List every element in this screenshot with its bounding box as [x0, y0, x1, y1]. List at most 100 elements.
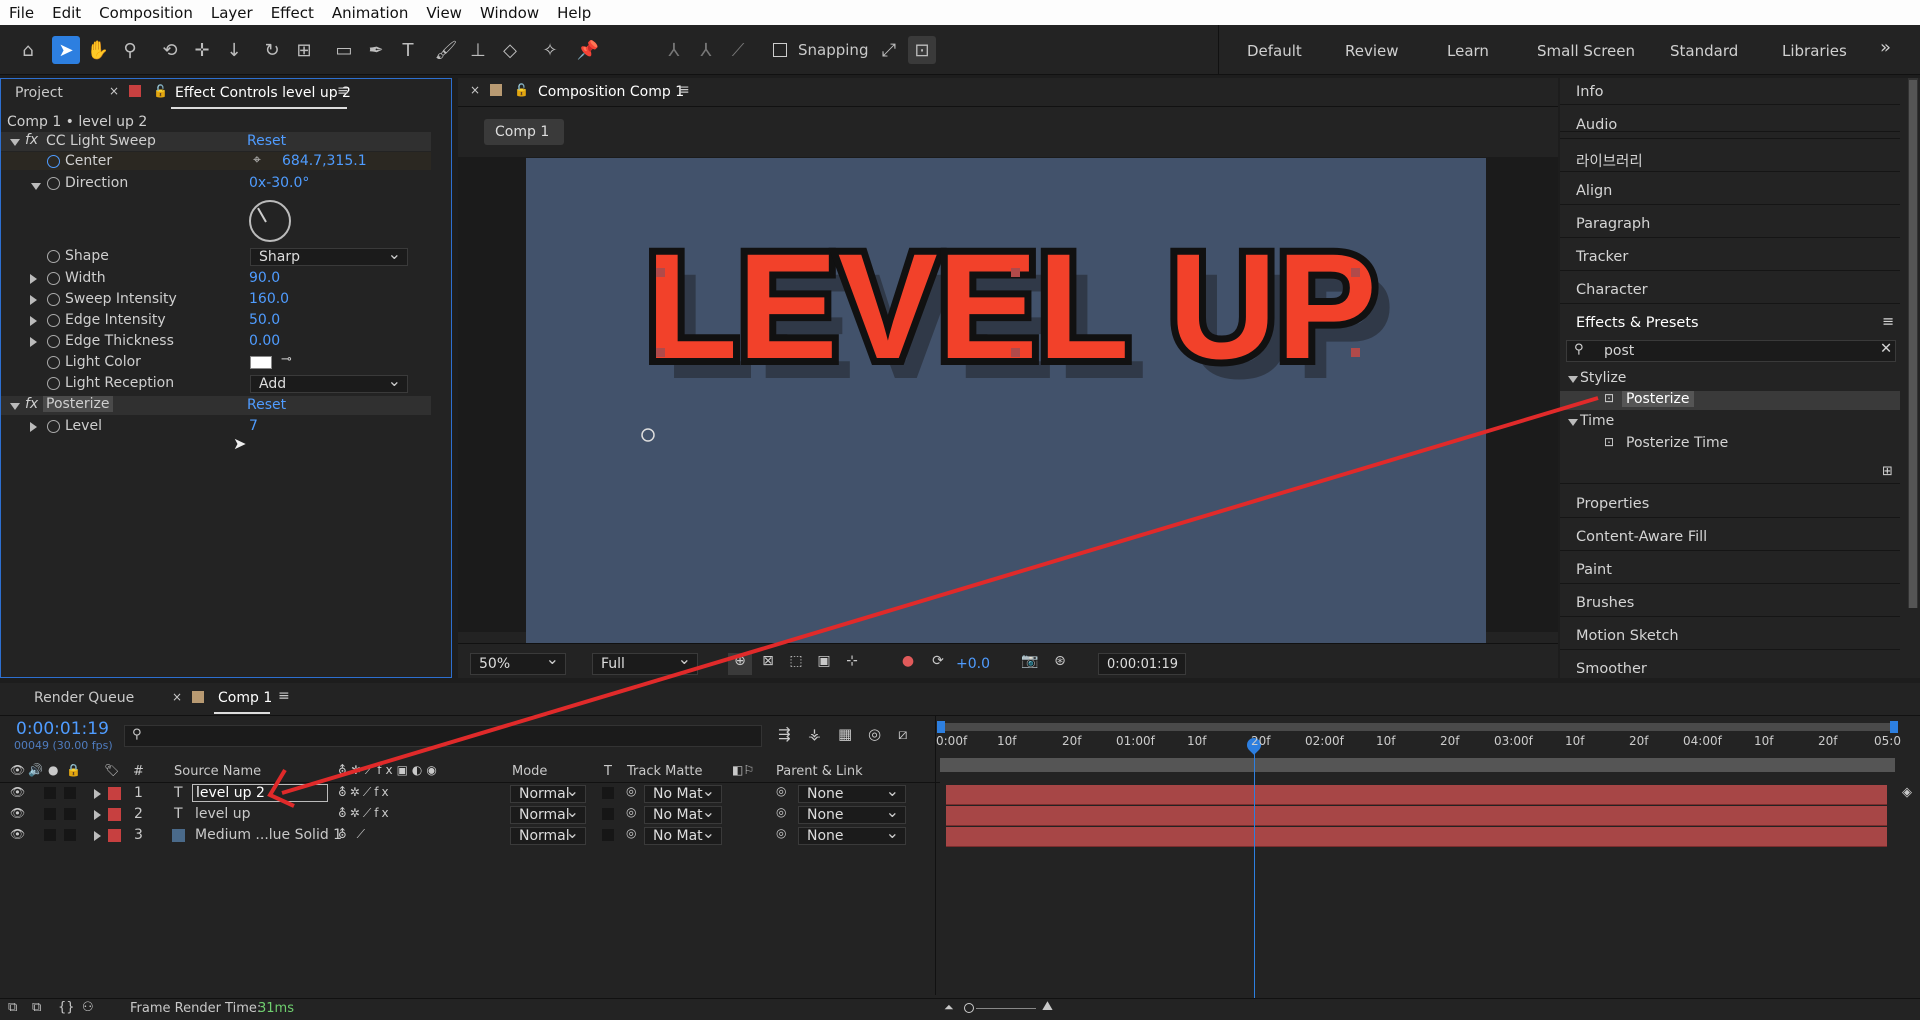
clear-search-icon[interactable]: ✕ [1880, 341, 1920, 357]
anchor-point-tool-icon[interactable]: ⊞ [290, 36, 318, 64]
toggle-in-out-icon[interactable]: {} [58, 1000, 75, 1015]
panel-audio[interactable]: Audio [1576, 117, 1916, 133]
parent-dropdown[interactable]: None [798, 823, 906, 845]
zoom-slider[interactable] [976, 1008, 1036, 1009]
composition-canvas[interactable]: LEVEL UP LEVEL UP [526, 158, 1486, 643]
crosshair-icon[interactable]: ⌖ [253, 152, 261, 168]
mode-dropdown[interactable]: Normal [510, 781, 586, 803]
prop-value[interactable]: 684.7,315.1 [282, 153, 367, 169]
selection-tool-icon[interactable]: ➤ [52, 36, 80, 64]
stopwatch-icon[interactable] [47, 293, 60, 306]
motion-blur-icon[interactable]: ◎ [868, 725, 881, 743]
snap-grid-icon[interactable]: ⊡ [908, 36, 936, 64]
hand-tool-icon[interactable]: ✋ [84, 36, 112, 64]
stopwatch-icon[interactable] [47, 250, 60, 263]
layer-duration-bar[interactable] [946, 785, 1887, 805]
panel-menu-icon[interactable]: ≡ [1882, 314, 1920, 330]
menu-view[interactable]: View [417, 4, 471, 22]
stopwatch-icon[interactable] [47, 314, 60, 327]
comp-breadcrumb[interactable]: Comp 1 [484, 119, 564, 145]
type-tool-icon[interactable]: T [394, 36, 422, 64]
prop-value[interactable]: 50.0 [249, 312, 280, 328]
workspace-review[interactable]: Review [1345, 42, 1399, 60]
tree-item-posterize-time[interactable]: Posterize Time [1626, 435, 1920, 451]
rectangle-tool-icon[interactable]: ▭ [330, 36, 358, 64]
workspace-more-icon[interactable]: » [1880, 37, 1891, 58]
zoom-slider-thumb[interactable] [964, 1003, 974, 1013]
comp-timecode[interactable]: 0:00:01:19 [1098, 653, 1186, 675]
menu-animation[interactable]: Animation [323, 4, 417, 22]
layer-name[interactable]: level up [195, 806, 251, 822]
frame-blending-icon[interactable]: ▦ [838, 725, 852, 743]
panel-motion-sketch[interactable]: Motion Sketch [1576, 628, 1916, 644]
layer-switches[interactable]: ⛢✲⟋fx [338, 785, 392, 800]
matte-pickwhip-icon[interactable]: ◎ [626, 826, 636, 840]
stopwatch-icon[interactable] [47, 356, 60, 369]
rotation-tool-icon[interactable]: ↻ [258, 36, 286, 64]
zoom-in-icon[interactable]: ⛰ [1042, 999, 1053, 1014]
workspace-default[interactable]: Default [1247, 42, 1302, 60]
stopwatch-icon[interactable] [47, 155, 60, 168]
close-icon[interactable]: × [470, 83, 480, 97]
col-source-name[interactable]: Source Name [174, 764, 261, 779]
mode-dropdown[interactable]: Normal [510, 823, 586, 845]
panel-libraries-korean[interactable]: 라이브러리 [1576, 150, 1916, 171]
menu-edit[interactable]: Edit [43, 4, 90, 22]
matte-pickwhip-icon[interactable]: ◎ [626, 784, 636, 798]
home-icon[interactable]: ⌂ [14, 36, 42, 64]
channels-icon[interactable]: ● [896, 653, 920, 675]
reset-button[interactable]: Reset [247, 133, 286, 149]
panel-menu-icon[interactable]: ≡ [337, 83, 349, 99]
orbit-camera-icon[interactable]: ⟲ [156, 36, 184, 64]
panel-smoother[interactable]: Smoother [1576, 661, 1916, 677]
fast-previews-icon[interactable]: ⊕ [728, 653, 752, 675]
brush-tool-icon[interactable]: 🖌 [432, 36, 460, 64]
menu-window[interactable]: Window [471, 4, 548, 22]
panel-menu-icon[interactable]: ≡ [278, 688, 290, 704]
track-matte-dropdown[interactable]: No Mat [644, 823, 722, 845]
current-time-indicator[interactable] [1254, 739, 1255, 999]
label-color-swatch[interactable] [108, 829, 121, 842]
label-color-swatch[interactable] [108, 787, 121, 800]
world-axis-icon[interactable]: ⅄ [692, 36, 720, 64]
parent-pickwhip-icon[interactable]: ◎ [776, 784, 786, 798]
fx-icon[interactable]: fx [25, 396, 38, 412]
layer-name[interactable]: Medium ...lue Solid 1 [195, 827, 342, 843]
direction-dial[interactable] [249, 200, 291, 242]
eyedropper-icon[interactable]: ⊸ [281, 352, 292, 367]
panel-content-aware-fill[interactable]: Content-Aware Fill [1576, 529, 1916, 545]
layer-row[interactable]: 👁 3 Medium ...lue Solid 1 ⛢ ⟋ Normal ◎ N… [0, 823, 940, 846]
graph-editor-icon[interactable]: ⧄ [898, 725, 908, 743]
snap-option-icon[interactable]: ⤢ [875, 36, 903, 64]
toggle-switches-icon[interactable]: ⧉ [8, 1000, 17, 1015]
menu-layer[interactable]: Layer [202, 4, 262, 22]
panel-paragraph[interactable]: Paragraph [1576, 216, 1916, 232]
light-reception-dropdown[interactable]: Add [250, 371, 408, 393]
shape-dropdown[interactable]: Sharp [250, 244, 408, 266]
menu-effect[interactable]: Effect [262, 4, 323, 22]
pen-tool-icon[interactable]: ✒ [362, 36, 390, 64]
snapshot-icon[interactable]: 📷 [1018, 653, 1042, 675]
exposure-value[interactable]: +0.0 [956, 656, 990, 672]
layer-switches[interactable]: ⛢✲⟋fx [338, 806, 392, 821]
snapping-checkbox[interactable] [773, 43, 787, 57]
layer-row[interactable]: 👁 1 T level up 2 ⛢✲⟋fx Normal ◎ No Mat ◎… [0, 781, 940, 804]
work-area-bar[interactable] [940, 758, 1895, 772]
prop-value[interactable]: 7 [249, 418, 258, 434]
layer-row[interactable]: 👁 2 T level up ⛢✲⟋fx Normal ◎ No Mat ◎ N… [0, 802, 940, 825]
layer-name-field[interactable]: level up 2 [192, 784, 328, 802]
region-of-interest-icon[interactable]: ▣ [812, 653, 836, 675]
timeline-timecode[interactable]: 0:00:01:19 [16, 719, 109, 739]
parent-dropdown[interactable]: None [798, 781, 906, 803]
light-color-swatch[interactable] [250, 356, 272, 369]
reset-button[interactable]: Reset [247, 397, 286, 413]
workspace-learn[interactable]: Learn [1447, 42, 1489, 60]
grid-guides-icon[interactable]: ⊹ [840, 653, 864, 675]
view-axis-icon[interactable]: ⟋ [724, 36, 752, 64]
stopwatch-icon[interactable] [47, 420, 60, 433]
stopwatch-icon[interactable] [47, 377, 60, 390]
stopwatch-icon[interactable] [47, 335, 60, 348]
tab-project[interactable]: Project [15, 85, 63, 101]
panel-menu-icon[interactable]: ≡ [678, 82, 690, 98]
workspace-small-screen[interactable]: Small Screen [1537, 42, 1635, 60]
